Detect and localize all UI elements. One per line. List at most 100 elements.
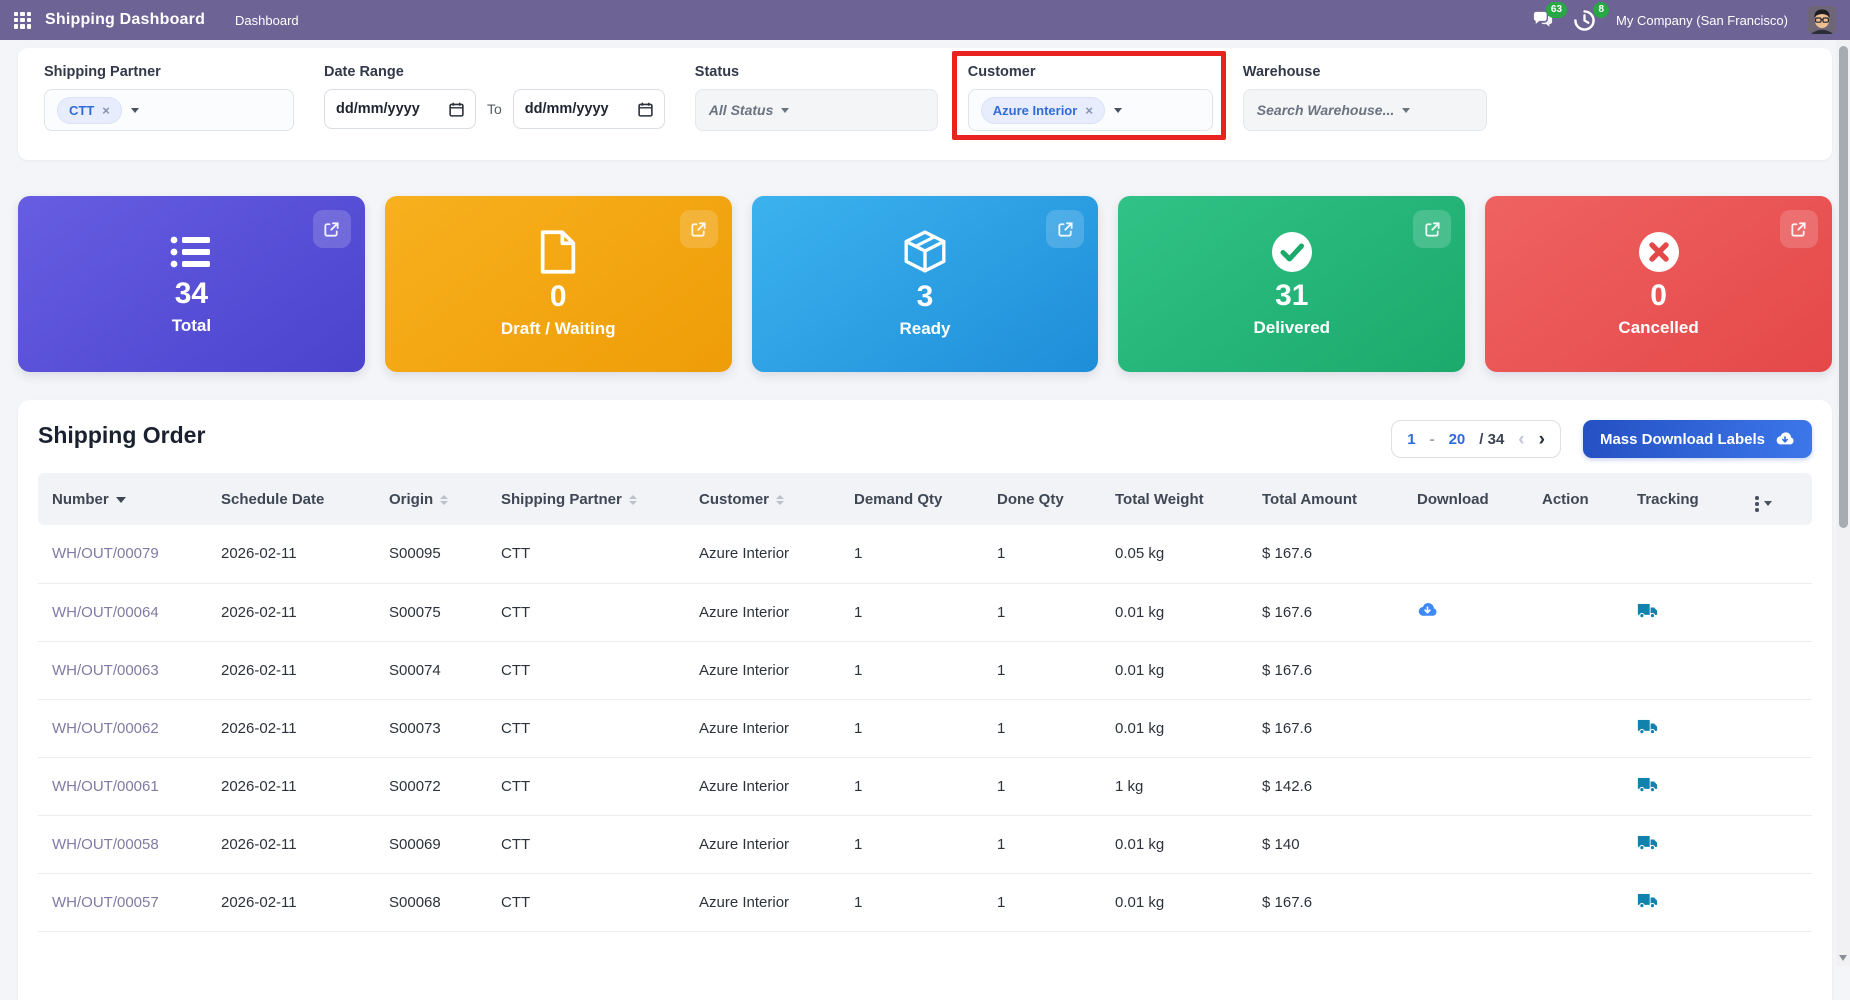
customer-tag-label: Azure Interior xyxy=(993,103,1078,118)
stat-card-value: 34 xyxy=(175,279,208,309)
pagination: 1 - 20 / 34 ‹ › xyxy=(1391,420,1561,458)
stat-card-value: 3 xyxy=(917,282,934,312)
shipping-partner-tag-remove-icon[interactable]: × xyxy=(102,103,110,118)
pagination-prev-icon[interactable]: ‹ xyxy=(1518,430,1524,449)
warehouse-placeholder: Search Warehouse... xyxy=(1257,102,1394,118)
vertical-scrollbar[interactable] xyxy=(1836,40,1850,966)
cell-tracking xyxy=(1629,815,1747,873)
company-switcher[interactable]: My Company (San Francisco) xyxy=(1616,13,1788,28)
column-header-demand-qty[interactable]: Demand Qty xyxy=(846,473,989,525)
cell-demand-qty: 1 xyxy=(846,525,989,583)
column-header-origin[interactable]: Origin xyxy=(381,473,493,525)
truck-icon[interactable] xyxy=(1637,892,1658,913)
column-header-label: Total Amount xyxy=(1262,491,1357,508)
scrollbar-down-arrow-icon[interactable] xyxy=(1839,955,1847,961)
cell-origin: S00095 xyxy=(381,525,493,583)
activities-clock-icon[interactable]: 8 xyxy=(1574,10,1596,30)
mass-download-labels-button[interactable]: Mass Download Labels xyxy=(1583,420,1812,458)
shipping-partner-select[interactable]: CTT × xyxy=(44,89,294,131)
cell-partner: CTT xyxy=(493,641,691,699)
truck-icon[interactable] xyxy=(1637,718,1658,739)
order-number-link[interactable]: WH/OUT/00061 xyxy=(52,778,159,795)
column-header-number[interactable]: Number xyxy=(38,473,213,525)
cell-partner: CTT xyxy=(493,583,691,641)
stat-card-total[interactable]: 34Total xyxy=(18,196,365,372)
external-link-icon[interactable] xyxy=(1413,210,1451,248)
chevron-down-icon xyxy=(131,108,139,113)
filter-status: Status All Status xyxy=(695,64,938,131)
warehouse-select[interactable]: Search Warehouse... xyxy=(1243,89,1487,131)
column-header-schedule-date[interactable]: Schedule Date xyxy=(213,473,381,525)
column-header-customer[interactable]: Customer xyxy=(691,473,846,525)
column-header-shipping-partner[interactable]: Shipping Partner xyxy=(493,473,691,525)
messages-badge: 63 xyxy=(1546,2,1567,18)
stat-card-label: Delivered xyxy=(1254,318,1331,338)
external-link-icon[interactable] xyxy=(1046,210,1084,248)
column-header-label: Total Weight xyxy=(1115,491,1204,508)
messages-icon[interactable]: 63 xyxy=(1532,10,1554,30)
stat-card-cancelled[interactable]: 0Cancelled xyxy=(1485,196,1832,372)
date-to-value: dd/mm/yyyy xyxy=(525,101,609,117)
order-number-link[interactable]: WH/OUT/00064 xyxy=(52,604,159,621)
external-link-icon[interactable] xyxy=(313,210,351,248)
order-row: WH/OUT/000632026-02-11S00074CTTAzure Int… xyxy=(38,641,1812,699)
column-options-icon[interactable] xyxy=(1747,473,1812,525)
status-select[interactable]: All Status xyxy=(695,89,938,131)
cell-done-qty: 1 xyxy=(989,873,1107,931)
stat-card-draft-waiting[interactable]: 0Draft / Waiting xyxy=(385,196,732,372)
cell-schedule-date: 2026-02-11 xyxy=(213,699,381,757)
cell-origin: S00073 xyxy=(381,699,493,757)
column-header-label: Done Qty xyxy=(997,491,1064,508)
cell-origin: S00069 xyxy=(381,815,493,873)
stat-card-ready[interactable]: 3Ready xyxy=(752,196,1099,372)
customer-tag-remove-icon[interactable]: × xyxy=(1085,103,1093,118)
pagination-total: / 34 xyxy=(1479,431,1504,448)
pagination-separator: - xyxy=(1430,431,1435,448)
order-number-link[interactable]: WH/OUT/00079 xyxy=(52,545,159,562)
column-header-done-qty[interactable]: Done Qty xyxy=(989,473,1107,525)
apps-grid-icon[interactable] xyxy=(14,12,31,29)
customer-tag: Azure Interior × xyxy=(981,97,1105,124)
pagination-next-icon[interactable]: › xyxy=(1539,430,1545,449)
chevron-down-icon xyxy=(1402,108,1410,113)
truck-icon[interactable] xyxy=(1637,834,1658,855)
column-header-label: Shipping Partner xyxy=(501,491,622,508)
truck-icon[interactable] xyxy=(1637,776,1658,797)
scrollbar-thumb[interactable] xyxy=(1839,46,1848,528)
customer-select[interactable]: Azure Interior × xyxy=(968,89,1213,131)
cell-amount: $ 140 xyxy=(1254,815,1409,873)
date-from-value: dd/mm/yyyy xyxy=(336,101,420,117)
order-number-link[interactable]: WH/OUT/00062 xyxy=(52,720,159,737)
cell-done-qty: 1 xyxy=(989,583,1107,641)
truck-icon[interactable] xyxy=(1637,602,1658,623)
column-header-download[interactable]: Download xyxy=(1409,473,1534,525)
stat-card-delivered[interactable]: 31Delivered xyxy=(1118,196,1465,372)
pagination-end[interactable]: 20 xyxy=(1449,431,1466,448)
date-to-input[interactable]: dd/mm/yyyy xyxy=(513,89,665,129)
column-header-label: Demand Qty xyxy=(854,491,942,508)
x-circle-icon xyxy=(1637,230,1681,274)
order-row: WH/OUT/000622026-02-11S00073CTTAzure Int… xyxy=(38,699,1812,757)
external-link-icon[interactable] xyxy=(680,210,718,248)
column-header-action[interactable]: Action xyxy=(1534,473,1629,525)
filter-warehouse: Warehouse Search Warehouse... xyxy=(1243,64,1487,131)
order-number-link[interactable]: WH/OUT/00058 xyxy=(52,836,159,853)
pagination-start[interactable]: 1 xyxy=(1407,431,1415,448)
order-number-link[interactable]: WH/OUT/00063 xyxy=(52,662,159,679)
column-header-total-amount[interactable]: Total Amount xyxy=(1254,473,1409,525)
cell-tracking xyxy=(1629,525,1747,583)
cell-amount: $ 167.6 xyxy=(1254,699,1409,757)
cell-done-qty: 1 xyxy=(989,757,1107,815)
user-avatar[interactable] xyxy=(1808,6,1836,34)
cell-done-qty: 1 xyxy=(989,525,1107,583)
date-from-input[interactable]: dd/mm/yyyy xyxy=(324,89,476,129)
external-link-icon[interactable] xyxy=(1780,210,1818,248)
filter-shipping-partner: Shipping Partner CTT × xyxy=(44,64,294,131)
stat-card-value: 0 xyxy=(1650,281,1667,311)
order-number-link[interactable]: WH/OUT/00057 xyxy=(52,894,159,911)
menu-item-dashboard[interactable]: Dashboard xyxy=(235,13,299,28)
cloud-download-icon[interactable] xyxy=(1417,602,1438,622)
column-header-total-weight[interactable]: Total Weight xyxy=(1107,473,1254,525)
date-to-label: To xyxy=(487,101,502,117)
column-header-tracking[interactable]: Tracking xyxy=(1629,473,1747,525)
